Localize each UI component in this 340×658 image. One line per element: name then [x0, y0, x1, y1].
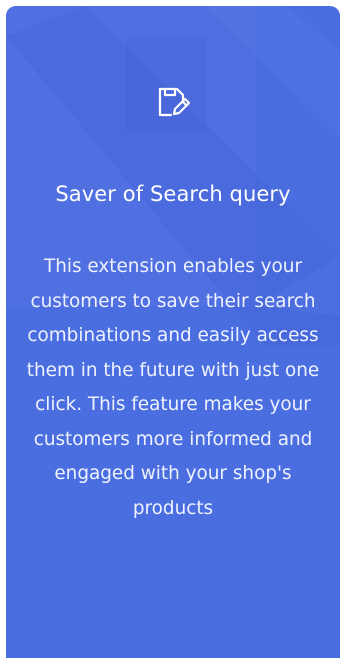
card-title: Saver of Search query: [55, 182, 291, 206]
feature-card: Saver of Search query This extension ena…: [6, 6, 340, 658]
card-description: This extension enables your customers to…: [26, 256, 320, 519]
save-edit-icon: [153, 82, 193, 122]
